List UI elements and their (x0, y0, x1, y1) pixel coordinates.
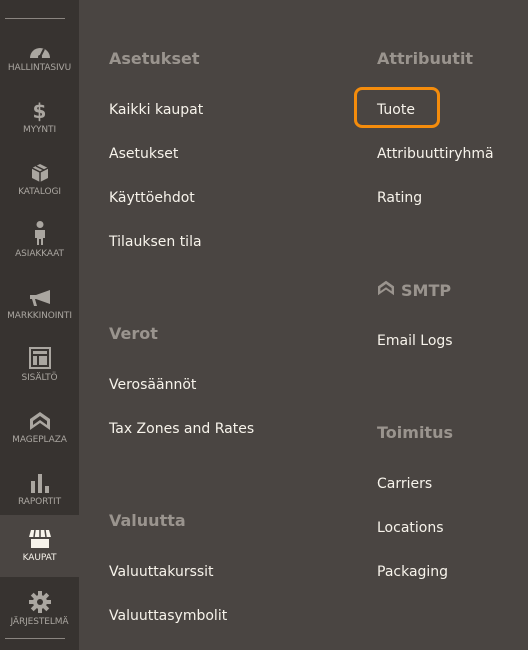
sidebar-item-label: Myynti (22, 125, 57, 135)
stores-menu-panel: Asetukset Kaikki kaupat Asetukset Käyttö… (79, 0, 528, 650)
sidebar-item-catalog[interactable]: Katalogi (0, 149, 79, 211)
link-email-logs[interactable]: Email Logs (377, 333, 453, 349)
section-title-smtp: SMTP (377, 280, 451, 300)
layout-icon (25, 345, 55, 369)
mageplaza-icon (377, 280, 395, 300)
sidebar-item-customers[interactable]: Asiakkaat (0, 211, 79, 273)
link-packaging[interactable]: Packaging (377, 564, 448, 580)
section-title-currency: Valuutta (109, 511, 186, 530)
sidebar-item-content[interactable]: Sisältö (0, 335, 79, 397)
link-terms-and-conditions[interactable]: Käyttöehdot (109, 190, 195, 206)
store-icon (25, 525, 55, 549)
dashboard-icon (25, 35, 55, 59)
link-tax-rules[interactable]: Verosäännöt (109, 377, 196, 393)
link-attribute-set[interactable]: Attribuuttiryhmä (377, 146, 494, 162)
bar-chart-icon (25, 469, 55, 493)
sidebar-bottom-divider (5, 638, 65, 639)
link-locations[interactable]: Locations (377, 520, 444, 536)
section-title-taxes: Verot (109, 324, 158, 343)
sidebar-item-reports[interactable]: Raportit (0, 459, 79, 521)
link-currency-rates[interactable]: Valuuttakurssit (109, 564, 214, 580)
section-title-attributes: Attribuutit (377, 49, 474, 68)
section-title-settings: Asetukset (109, 49, 200, 68)
sidebar-item-dashboard[interactable]: Hallintasivu (0, 25, 79, 87)
sidebar-item-label: Raportit (17, 497, 61, 507)
sidebar-item-sales[interactable]: $ Myynti (0, 87, 79, 149)
link-currency-symbols[interactable]: Valuuttasymbolit (109, 608, 227, 624)
link-all-stores[interactable]: Kaikki kaupat (109, 102, 203, 118)
sidebar-item-label: Mageplaza (12, 435, 67, 445)
sidebar-item-marketing[interactable]: Markkinointi (0, 273, 79, 335)
sidebar-top-divider (5, 18, 65, 19)
sidebar-item-stores[interactable]: Kaupat (0, 515, 79, 577)
link-configuration[interactable]: Asetukset (109, 146, 178, 162)
link-carriers[interactable]: Carriers (377, 476, 432, 492)
box-icon (25, 159, 55, 183)
sidebar-item-label: Järjestelmä (10, 617, 69, 627)
section-title-text: SMTP (401, 280, 452, 300)
link-rating[interactable]: Rating (377, 190, 422, 206)
sidebar-item-mageplaza[interactable]: Mageplaza (0, 397, 79, 459)
sidebar-item-label: Kaupat (22, 553, 57, 563)
mageplaza-icon (25, 407, 55, 431)
megaphone-icon (25, 283, 55, 307)
sidebar-item-label: Asiakkaat (15, 249, 64, 259)
sidebar-item-label: Sisältö (21, 373, 58, 383)
admin-sidebar: Hallintasivu $ Myynti Katalogi Asiakkaat… (0, 0, 79, 650)
sidebar-item-label: Markkinointi (7, 311, 72, 321)
section-title-shipping: Toimitus (377, 423, 453, 442)
link-tax-zones-and-rates[interactable]: Tax Zones and Rates (109, 421, 254, 437)
sidebar-item-label: Katalogi (18, 187, 61, 197)
highlight-box (354, 87, 440, 128)
sidebar-item-system[interactable]: Järjestelmä (0, 579, 79, 641)
dollar-icon: $ (32, 99, 47, 123)
person-icon (25, 221, 55, 245)
sidebar-item-label: Hallintasivu (7, 63, 72, 73)
gear-icon (25, 589, 55, 613)
link-order-status[interactable]: Tilauksen tila (109, 234, 202, 250)
